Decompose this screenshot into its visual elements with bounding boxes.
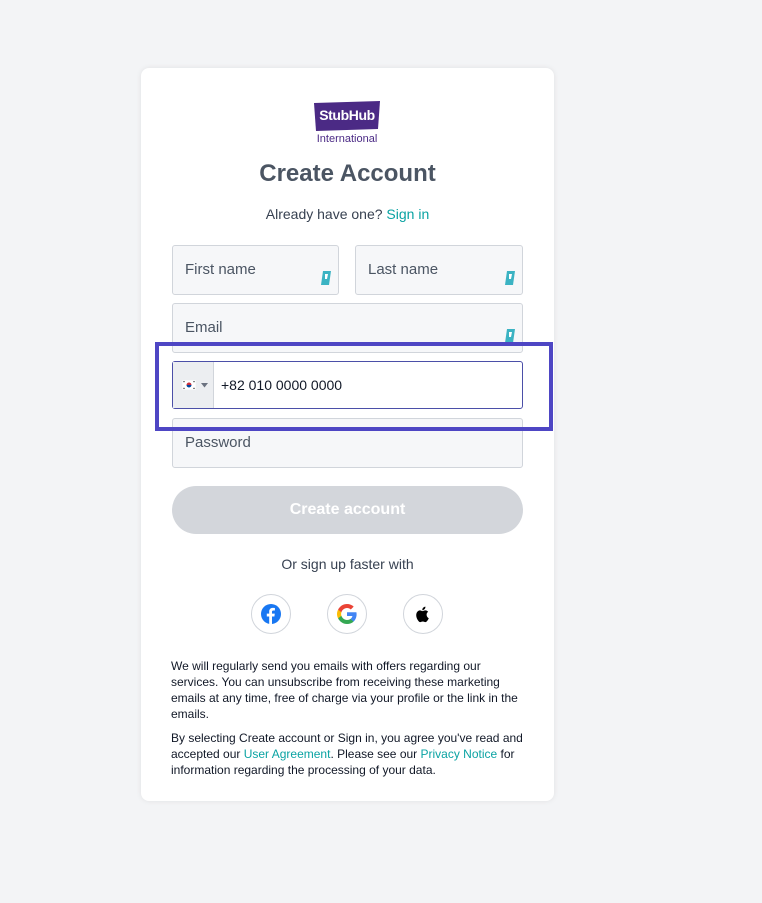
facebook-signup-button[interactable] — [251, 594, 291, 634]
first-name-field[interactable]: First name — [172, 245, 339, 295]
password-manager-icon[interactable] — [503, 270, 517, 286]
password-placeholder: Password — [185, 434, 251, 451]
stubhub-logo: StubHub International — [312, 101, 384, 147]
password-manager-icon[interactable] — [319, 270, 333, 286]
marketing-notice: We will regularly send you emails with o… — [171, 659, 518, 721]
apple-icon — [416, 606, 429, 623]
terms-notice: By selecting Create account or Sign in, … — [171, 730, 526, 778]
signup-card: StubHub International Create Account Alr… — [141, 68, 554, 801]
logo-subtitle: International — [316, 133, 378, 145]
last-name-field[interactable]: Last name — [355, 245, 523, 295]
google-icon — [337, 604, 357, 624]
email-placeholder: Email — [185, 319, 223, 336]
phone-highlight-box — [155, 342, 553, 431]
signin-prompt: Already have one? Sign in — [141, 206, 554, 222]
user-agreement-link[interactable]: User Agreement — [244, 747, 331, 761]
logo-brand-text: StubHub — [319, 107, 375, 123]
create-account-button[interactable]: Create account — [172, 486, 523, 534]
facebook-icon — [261, 604, 281, 624]
first-name-placeholder: First name — [185, 261, 256, 278]
google-signup-button[interactable] — [327, 594, 367, 634]
signin-link[interactable]: Sign in — [386, 206, 429, 222]
privacy-notice-link[interactable]: Privacy Notice — [421, 747, 498, 761]
apple-signup-button[interactable] — [403, 594, 443, 634]
social-signup-prompt: Or sign up faster with — [281, 556, 414, 572]
signin-prompt-text: Already have one? — [265, 206, 383, 222]
terms-text-2: . Please see our — [330, 747, 421, 761]
page-title: Create Account — [259, 160, 436, 187]
last-name-placeholder: Last name — [368, 261, 439, 278]
